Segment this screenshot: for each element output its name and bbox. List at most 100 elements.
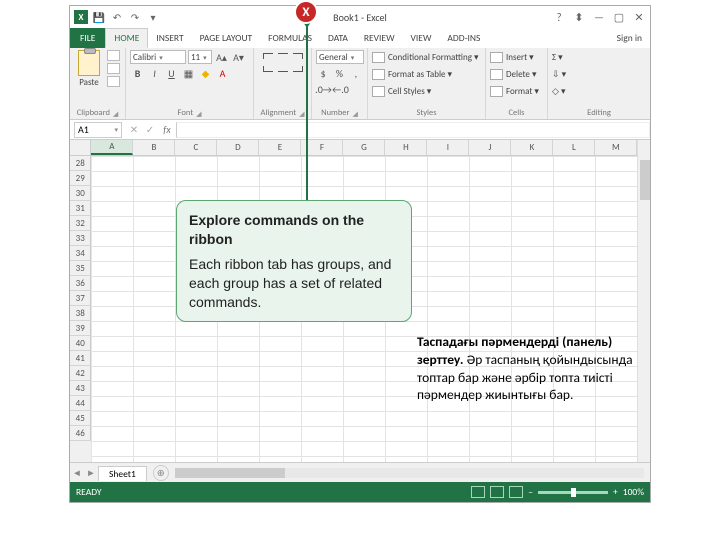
underline-button[interactable]: U	[164, 66, 179, 80]
ribbon-display-options-button[interactable]: ⬍	[570, 9, 588, 25]
sheet-nav-next-icon[interactable]: ►	[84, 467, 98, 479]
paste-button[interactable]: Paste	[74, 50, 104, 88]
row-header[interactable]: 29	[70, 171, 91, 186]
clipboard-launcher-icon[interactable]: ◢	[113, 109, 118, 118]
vertical-scrollbar[interactable]	[637, 140, 650, 462]
column-header[interactable]: F	[301, 140, 343, 155]
tab-addins[interactable]: ADD-INS	[439, 28, 488, 48]
column-header[interactable]: C	[175, 140, 217, 155]
row-header[interactable]: 28	[70, 156, 91, 171]
increase-decimal-icon[interactable]: .0→	[316, 82, 331, 96]
format-cells-button[interactable]: Format ▾	[490, 84, 539, 99]
tab-page-layout[interactable]: PAGE LAYOUT	[192, 28, 261, 48]
row-header[interactable]: 39	[70, 321, 91, 336]
fill-button[interactable]: ⇩ ▾	[552, 67, 566, 82]
tab-file[interactable]: FILE	[70, 28, 105, 48]
decrease-font-icon[interactable]: A▾	[231, 50, 246, 64]
qat-redo-icon[interactable]: ↷	[128, 10, 142, 24]
row-header[interactable]: 30	[70, 186, 91, 201]
sheet-tab[interactable]: Sheet1	[98, 466, 147, 481]
tab-home[interactable]: HOME	[105, 28, 148, 48]
decrease-decimal-icon[interactable]: ←.0	[333, 82, 348, 96]
format-painter-icon[interactable]	[107, 76, 120, 87]
row-header[interactable]: 43	[70, 381, 91, 396]
tab-review[interactable]: REVIEW	[356, 28, 403, 48]
sign-in-link[interactable]: Sign in	[609, 28, 650, 48]
qat-save-icon[interactable]: 💾	[92, 10, 106, 24]
view-normal-icon[interactable]	[471, 486, 485, 498]
fill-color-button[interactable]: ◆	[198, 66, 213, 80]
tab-data[interactable]: DATA	[320, 28, 356, 48]
view-page-layout-icon[interactable]	[490, 486, 504, 498]
align-bottom-center[interactable]	[276, 63, 290, 75]
row-header[interactable]: 37	[70, 291, 91, 306]
row-header[interactable]: 36	[70, 276, 91, 291]
row-header[interactable]: 42	[70, 366, 91, 381]
help-button[interactable]: ?	[550, 9, 568, 25]
minimize-button[interactable]: —	[590, 9, 608, 25]
column-header[interactable]: H	[385, 140, 427, 155]
delete-cells-button[interactable]: Delete ▾	[490, 67, 539, 82]
increase-font-icon[interactable]: A▴	[214, 50, 229, 64]
cancel-formula-icon[interactable]: ✕	[126, 122, 142, 138]
align-bottom-right[interactable]	[291, 63, 305, 75]
close-button[interactable]: ✕	[630, 9, 648, 25]
vscroll-thumb[interactable]	[640, 160, 650, 200]
align-top-left[interactable]	[261, 50, 275, 62]
conditional-formatting-button[interactable]: Conditional Formatting ▾	[372, 50, 479, 65]
column-header[interactable]: D	[217, 140, 259, 155]
format-as-table-button[interactable]: Format as Table ▾	[372, 67, 479, 82]
accounting-format-icon[interactable]: $	[316, 66, 330, 80]
tab-formulas[interactable]: FORMULAS	[260, 28, 320, 48]
enter-formula-icon[interactable]: ✓	[142, 122, 158, 138]
row-header[interactable]: 31	[70, 201, 91, 216]
tab-insert[interactable]: INSERT	[148, 28, 191, 48]
align-top-center[interactable]	[276, 50, 290, 62]
font-size-combo[interactable]: 11▾	[188, 50, 212, 64]
column-header[interactable]: M	[595, 140, 637, 155]
maximize-button[interactable]: ▢	[610, 9, 628, 25]
cut-icon[interactable]	[107, 50, 120, 61]
italic-button[interactable]: I	[147, 66, 162, 80]
column-header[interactable]: J	[469, 140, 511, 155]
insert-function-icon[interactable]: fx	[158, 122, 176, 138]
select-all-corner[interactable]	[70, 140, 91, 156]
row-header[interactable]: 38	[70, 306, 91, 321]
border-button[interactable]: ▦	[181, 66, 196, 80]
column-header[interactable]: E	[259, 140, 301, 155]
zoom-slider[interactable]	[538, 491, 608, 494]
cell-styles-button[interactable]: Cell Styles ▾	[372, 84, 479, 99]
column-header[interactable]: B	[133, 140, 175, 155]
row-header[interactable]: 40	[70, 336, 91, 351]
name-box[interactable]: A1▾	[74, 122, 122, 138]
copy-icon[interactable]	[107, 63, 120, 74]
column-header[interactable]: G	[343, 140, 385, 155]
autosum-button[interactable]: Σ ▾	[552, 50, 566, 65]
column-header[interactable]: A	[91, 140, 133, 155]
clear-button[interactable]: ◇ ▾	[552, 84, 566, 99]
row-header[interactable]: 34	[70, 246, 91, 261]
column-header[interactable]: L	[553, 140, 595, 155]
column-header[interactable]: I	[427, 140, 469, 155]
row-header[interactable]: 46	[70, 426, 91, 441]
font-color-button[interactable]: A	[215, 66, 230, 80]
formula-input[interactable]	[176, 122, 650, 138]
alignment-launcher-icon[interactable]: ◢	[299, 109, 304, 118]
insert-cells-button[interactable]: Insert ▾	[490, 50, 539, 65]
number-launcher-icon[interactable]: ◢	[353, 109, 358, 118]
zoom-level[interactable]: 100%	[623, 486, 644, 498]
row-header[interactable]: 32	[70, 216, 91, 231]
row-header[interactable]: 35	[70, 261, 91, 276]
zoom-out-button[interactable]: –	[528, 486, 533, 498]
sheet-nav-prev-icon[interactable]: ◄	[70, 467, 84, 479]
bold-button[interactable]: B	[130, 66, 145, 80]
font-name-combo[interactable]: Calibri▾	[130, 50, 186, 64]
horizontal-scrollbar[interactable]	[175, 468, 644, 478]
hscroll-thumb[interactable]	[175, 468, 285, 478]
view-page-break-icon[interactable]	[509, 486, 523, 498]
comma-format-icon[interactable]: ,	[349, 66, 363, 80]
percent-format-icon[interactable]: %	[332, 66, 346, 80]
align-top-right[interactable]	[291, 50, 305, 62]
row-header[interactable]: 44	[70, 396, 91, 411]
new-sheet-button[interactable]: ⊕	[153, 465, 169, 481]
